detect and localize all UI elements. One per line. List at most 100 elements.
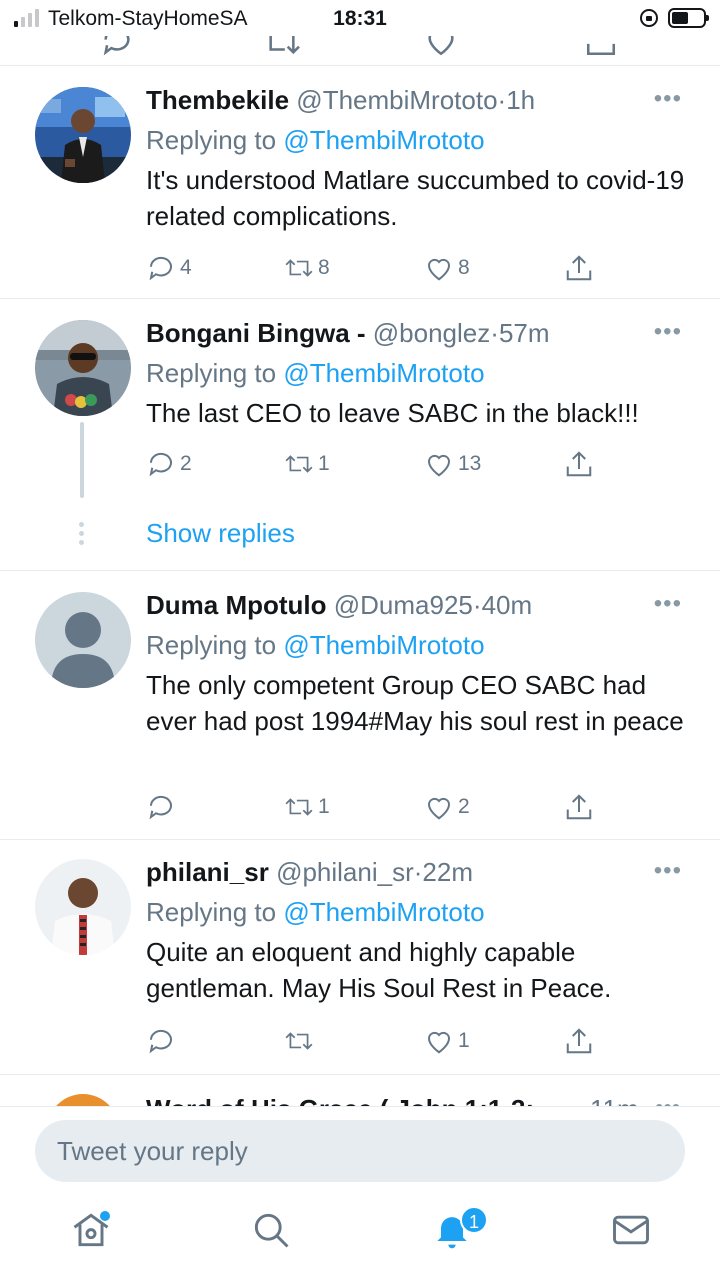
share-button[interactable] <box>564 252 594 284</box>
replying-to-handle[interactable]: @ThembiMrototo <box>283 358 484 388</box>
tweet-actions: 2 1 13 <box>146 448 606 480</box>
more-options-icon[interactable]: ••• <box>655 1094 680 1106</box>
tweet-time: 22m <box>422 857 473 887</box>
like-count: 2 <box>458 795 470 818</box>
status-bar: Telkom-StayHomeSA 18:31 <box>0 0 720 36</box>
retweet-count: 8 <box>318 256 330 279</box>
user-handle[interactable]: @philani_sr <box>276 857 414 887</box>
battery-icon <box>668 8 709 28</box>
retweet-button[interactable]: 1 <box>284 791 330 823</box>
share-icon <box>566 451 592 477</box>
user-handle[interactable]: @Duma925 <box>334 590 473 620</box>
meta-separator: · <box>490 318 499 348</box>
retweet-button[interactable] <box>284 1025 318 1057</box>
like-button[interactable]: 8 <box>424 252 470 284</box>
tweet-time: 57m <box>498 318 550 348</box>
reply-icon <box>149 256 172 281</box>
tweet-text: The last CEO to leave SABC in the black!… <box>146 398 639 428</box>
reply-button[interactable] <box>146 791 180 823</box>
status-time: 18:31 <box>333 7 387 30</box>
user-handle[interactable]: @ThembiMrototo <box>296 85 497 115</box>
retweet-icon <box>285 455 313 473</box>
retweet-icon <box>285 259 313 277</box>
thread-line <box>80 422 84 498</box>
reply-icon <box>149 795 172 820</box>
share-button[interactable] <box>564 791 594 823</box>
tweet-text: The only competent Group CEO SABC had ev… <box>146 670 684 736</box>
like-icon <box>427 454 451 477</box>
retweet-button[interactable]: 1 <box>284 448 330 480</box>
share-button[interactable] <box>564 448 594 480</box>
retweet-button[interactable]: 8 <box>284 252 330 284</box>
display-name[interactable]: Thembekile <box>146 85 289 115</box>
replying-to-handle[interactable]: @ThembiMrototo <box>283 897 484 927</box>
tweet-actions: 1 <box>146 1025 606 1057</box>
reply-count: 2 <box>180 452 192 475</box>
share-button[interactable] <box>564 1025 594 1057</box>
tweet[interactable]: Bongani Bingwa - @bonglez·57m ••• Replyi… <box>0 300 720 571</box>
more-options-icon[interactable]: ••• <box>654 87 682 111</box>
user-handle[interactable]: @bonglez <box>373 318 490 348</box>
meta-separator: · <box>472 590 482 620</box>
avatar[interactable] <box>35 859 131 955</box>
like-button[interactable]: 2 <box>424 791 470 823</box>
tweet[interactable]: Thembekile @ThembiMrototo·1h ••• Replyin… <box>0 67 720 299</box>
avatar[interactable] <box>47 1094 119 1106</box>
retweet-count: 1 <box>318 795 330 818</box>
retweet-icon <box>285 798 313 816</box>
default-avatar-icon <box>35 592 131 688</box>
retweet-count: 1 <box>318 452 330 475</box>
reply-button[interactable]: 2 <box>146 448 192 480</box>
tweet-actions: 4 8 8 <box>146 252 606 284</box>
like-count: 8 <box>458 256 470 279</box>
replying-to: Replying to @ThembiMrototo <box>146 897 485 927</box>
share-icon[interactable] <box>584 36 618 58</box>
tweet-time: 40m <box>481 590 533 620</box>
reply-icon[interactable] <box>100 36 134 58</box>
like-button[interactable]: 13 <box>424 448 481 480</box>
avatar[interactable] <box>35 592 131 688</box>
avatar[interactable] <box>35 87 131 183</box>
reply-count: 4 <box>180 256 192 279</box>
search-icon <box>254 1213 289 1248</box>
reply-button[interactable]: 4 <box>146 252 192 284</box>
next-tweet-preview[interactable]: Word of His Grace ( John 1:1-3: 11m ••• <box>0 1076 720 1106</box>
replying-to: Replying to @ThembiMrototo <box>146 358 485 388</box>
reply-button[interactable] <box>146 1025 180 1057</box>
reply-icon <box>149 452 172 477</box>
like-icon <box>427 797 451 820</box>
display-name[interactable]: Bongani Bingwa - <box>146 318 366 348</box>
more-options-icon[interactable]: ••• <box>654 592 682 616</box>
like-count: 1 <box>458 1029 470 1052</box>
tweet[interactable]: Duma Mpotulo @Duma925·40m ••• Replying t… <box>0 572 720 840</box>
display-name[interactable]: philani_sr <box>146 857 269 887</box>
tweet-actions: 1 2 <box>146 791 606 823</box>
like-button[interactable]: 1 <box>424 1025 470 1057</box>
show-replies-link[interactable]: Show replies <box>146 518 295 549</box>
tweet[interactable]: philani_sr @philani_sr·22m ••• Replying … <box>0 841 720 1075</box>
reply-input[interactable] <box>35 1120 685 1182</box>
display-name[interactable]: Duma Mpotulo <box>146 590 327 620</box>
more-options-icon[interactable]: ••• <box>654 320 682 344</box>
previous-tweet-actions <box>0 36 720 66</box>
avatar[interactable] <box>35 320 131 416</box>
replying-to: Replying to @ThembiMrototo <box>146 125 485 155</box>
replying-to-handle[interactable]: @ThembiMrototo <box>283 125 484 155</box>
retweet-icon[interactable] <box>262 36 302 58</box>
messages-icon <box>613 1215 649 1245</box>
tweet-time: 1h <box>506 85 536 115</box>
replying-to: Replying to @ThembiMrototo <box>146 630 485 660</box>
retweet-icon <box>285 1032 313 1050</box>
tab-messages[interactable] <box>609 1208 653 1252</box>
reply-composer <box>0 1106 720 1194</box>
more-options-icon[interactable]: ••• <box>654 859 682 883</box>
tab-search[interactable] <box>249 1208 293 1252</box>
notification-badge: 1 <box>460 1206 488 1234</box>
meta-separator: · <box>497 85 507 115</box>
like-icon[interactable] <box>424 36 458 58</box>
replying-to-handle[interactable]: @ThembiMrototo <box>283 630 484 660</box>
tweet-time: 11m <box>590 1094 639 1106</box>
like-count: 13 <box>458 452 482 475</box>
display-name[interactable]: Word of His Grace ( John 1:1-3: <box>146 1094 534 1106</box>
tweet-text: It's understood Matlare succumbed to cov… <box>146 165 685 231</box>
